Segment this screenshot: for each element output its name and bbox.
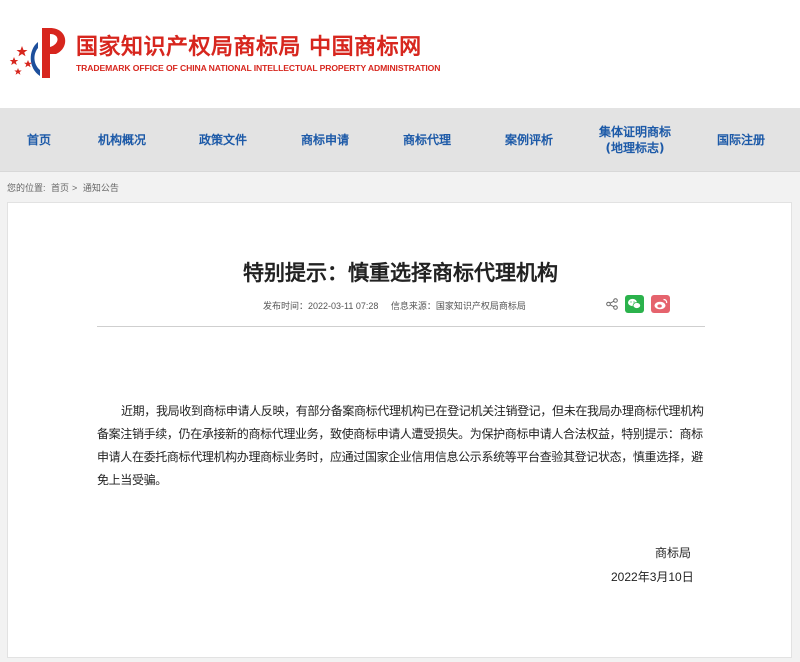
site-title: 国家知识产权局商标局 中国商标网 bbox=[76, 35, 422, 60]
site-header: 国家知识产权局商标局 中国商标网 TRADEMARK OFFICE OF CHI… bbox=[0, 0, 800, 108]
publish-time: 发布时间：2022-03-11 07:28 bbox=[263, 301, 379, 311]
breadcrumb-home[interactable]: 首页 bbox=[51, 183, 69, 193]
article-meta: 发布时间：2022-03-11 07:28 信息来源：国家知识产权局商标局 bbox=[263, 299, 536, 312]
weibo-icon[interactable] bbox=[651, 295, 670, 313]
nav-item-cases[interactable]: 案例评析 bbox=[478, 108, 580, 172]
info-source: 信息来源：国家知识产权局商标局 bbox=[390, 301, 526, 311]
weibo-glyph-icon bbox=[654, 298, 668, 310]
breadcrumb-separator: > bbox=[72, 183, 78, 193]
nav-item-home[interactable]: 首页 bbox=[0, 108, 78, 172]
main-nav: 首页 机构概况 政策文件 商标申请 商标代理 案例评析 集体证明商标 (地理标志… bbox=[0, 108, 800, 172]
cnipa-logo-icon[interactable] bbox=[6, 24, 72, 82]
site-subtitle: TRADEMARK OFFICE OF CHINA NATIONAL INTEL… bbox=[76, 63, 441, 73]
breadcrumb: 您的位置: 首页 > 通知公告 bbox=[7, 181, 122, 194]
nav-item-application[interactable]: 商标申请 bbox=[274, 108, 376, 172]
nav-item-collective-marks[interactable]: 集体证明商标 (地理标志) bbox=[580, 108, 690, 172]
breadcrumb-prefix: 您的位置: bbox=[7, 183, 46, 193]
breadcrumb-current[interactable]: 通知公告 bbox=[83, 183, 119, 193]
nav-item-policy[interactable]: 政策文件 bbox=[172, 108, 274, 172]
nav-item-agency[interactable]: 商标代理 bbox=[376, 108, 478, 172]
signature-org: 商标局 bbox=[655, 546, 692, 560]
title-divider bbox=[97, 326, 705, 327]
nav-item-about[interactable]: 机构概况 bbox=[78, 108, 166, 172]
wechat-icon[interactable] bbox=[625, 295, 644, 313]
share-icon[interactable] bbox=[606, 298, 618, 310]
nav-item-international[interactable]: 国际注册 bbox=[690, 108, 792, 172]
article-title: 特别提示：慎重选择商标代理机构 bbox=[243, 261, 558, 285]
article-body: 近期，我局收到商标申请人反映，有部分备案商标代理机构已在登记机关注销登记，但未在… bbox=[97, 404, 704, 487]
article-panel: 特别提示：慎重选择商标代理机构 发布时间：2022-03-11 07:28 信息… bbox=[7, 202, 792, 658]
signature-date: 2022年3月10日 bbox=[611, 570, 694, 584]
wechat-glyph-icon bbox=[628, 298, 641, 309]
